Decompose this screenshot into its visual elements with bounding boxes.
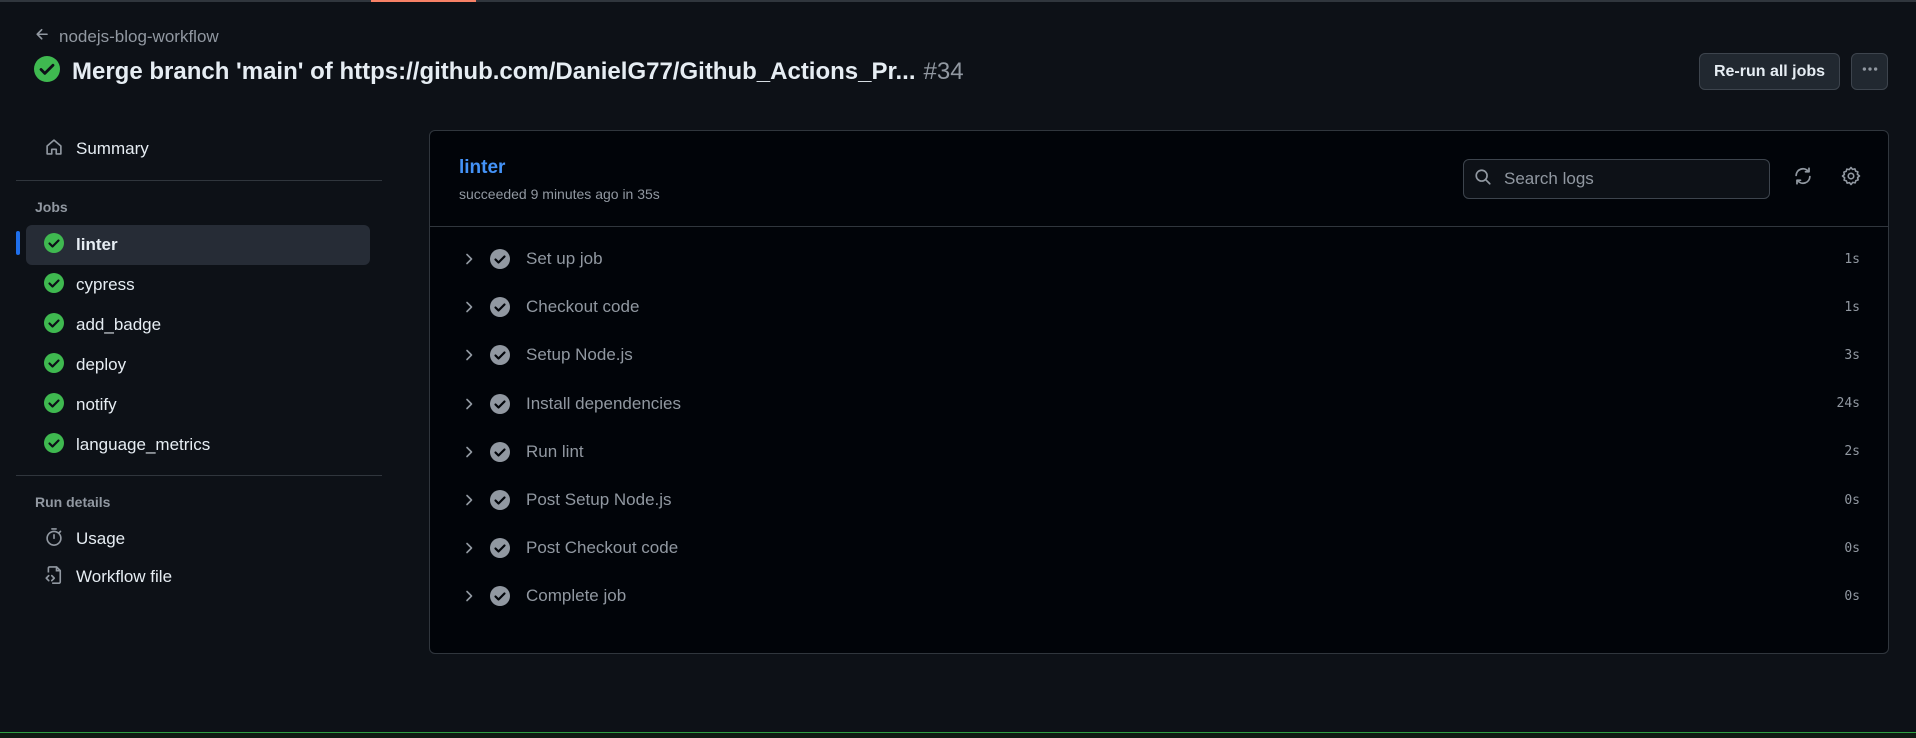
home-icon bbox=[44, 137, 64, 162]
step-row-complete-job[interactable]: Complete job 0s bbox=[430, 572, 1888, 620]
step-row-set-up-job[interactable]: Set up job 1s bbox=[430, 235, 1888, 283]
run-number: #34 bbox=[923, 57, 964, 85]
step-row-checkout-code[interactable]: Checkout code 1s bbox=[430, 283, 1888, 331]
step-name: Checkout code bbox=[526, 297, 640, 317]
chevron-right-icon bbox=[466, 350, 473, 361]
job-name-link[interactable]: linter bbox=[459, 157, 505, 179]
step-name: Setup Node.js bbox=[526, 345, 633, 365]
back-link-label: nodejs-blog-workflow bbox=[59, 27, 219, 46]
back-to-workflow-link[interactable]: nodejs-blog-workflow bbox=[34, 26, 219, 48]
sidebar-item-summary[interactable]: Summary bbox=[26, 130, 370, 168]
chevron-right-icon bbox=[466, 301, 473, 313]
step-name: Complete job bbox=[526, 586, 627, 606]
job-label: deploy bbox=[76, 355, 127, 374]
top-border bbox=[0, 0, 1916, 2]
sidebar-job-cypress[interactable]: cypress bbox=[26, 265, 370, 305]
summary-label: Summary bbox=[76, 139, 149, 158]
file-code-icon bbox=[44, 565, 64, 590]
check-circle-icon bbox=[44, 312, 64, 338]
job-status-text: succeeded 9 minutes ago in 35s bbox=[459, 186, 660, 202]
step-name: Post Setup Node.js bbox=[526, 490, 672, 510]
step-duration: 2s bbox=[1844, 444, 1860, 460]
check-circle-icon bbox=[490, 345, 510, 366]
stopwatch-icon bbox=[44, 527, 64, 552]
sidebar-item-usage[interactable]: Usage bbox=[26, 520, 370, 558]
kebab-horizontal-icon bbox=[1861, 60, 1879, 83]
check-circle-icon bbox=[490, 586, 510, 607]
check-circle-icon bbox=[44, 272, 64, 298]
check-circle-icon bbox=[490, 393, 510, 414]
step-duration: 0s bbox=[1844, 540, 1860, 556]
run-title: Merge branch 'main' of https://github.co… bbox=[72, 57, 916, 85]
step-duration: 1s bbox=[1844, 251, 1860, 267]
step-duration: 0s bbox=[1844, 492, 1860, 508]
usage-label: Usage bbox=[76, 529, 126, 548]
check-circle-icon bbox=[44, 432, 64, 458]
job-label: language_metrics bbox=[76, 435, 211, 454]
chevron-right-icon bbox=[466, 446, 473, 458]
sidebar-divider bbox=[16, 475, 382, 476]
workflow-file-label: Workflow file bbox=[76, 567, 173, 586]
refresh-button[interactable] bbox=[1791, 166, 1815, 190]
check-circle-icon bbox=[44, 352, 64, 378]
sidebar-job-add-badge[interactable]: add_badge bbox=[26, 305, 370, 345]
job-label: add_badge bbox=[76, 315, 162, 334]
chevron-right-icon bbox=[466, 398, 473, 409]
sidebar: Summary Jobs linter cypress add_badge de… bbox=[16, 130, 382, 596]
check-circle-icon bbox=[490, 441, 510, 462]
check-circle-icon bbox=[44, 392, 64, 418]
step-row-install-dependencies[interactable]: Install dependencies 24s bbox=[430, 380, 1888, 428]
step-row-post-checkout-code[interactable]: Post Checkout code 0s bbox=[430, 524, 1888, 572]
check-circle-icon bbox=[490, 249, 510, 270]
step-name: Set up job bbox=[526, 249, 603, 269]
step-duration: 3s bbox=[1844, 347, 1860, 363]
top-tab-indicator bbox=[371, 0, 476, 2]
arrow-left-icon bbox=[34, 26, 51, 48]
chevron-right-icon bbox=[466, 591, 473, 602]
step-name: Run lint bbox=[526, 441, 584, 461]
check-circle-icon bbox=[490, 490, 510, 511]
job-steps-list: Set up job 1s Checkout code 1s Setup Nod… bbox=[430, 235, 1888, 621]
check-circle-icon bbox=[490, 538, 510, 559]
search-icon bbox=[1474, 168, 1492, 191]
jobs-heading: Jobs bbox=[35, 199, 68, 215]
search-logs-input[interactable] bbox=[1502, 168, 1752, 190]
gear-icon bbox=[1841, 166, 1861, 191]
run-details-heading: Run details bbox=[35, 494, 111, 510]
chevron-right-icon bbox=[466, 542, 473, 554]
sidebar-job-deploy[interactable]: deploy bbox=[26, 345, 370, 385]
step-duration: 0s bbox=[1844, 588, 1860, 604]
sidebar-job-linter[interactable]: linter bbox=[16, 225, 370, 265]
sidebar-job-language-metrics[interactable]: language_metrics bbox=[26, 425, 370, 465]
rerun-all-jobs-button[interactable]: Re-run all jobs bbox=[1699, 53, 1840, 90]
step-duration: 1s bbox=[1844, 299, 1860, 315]
step-row-run-lint[interactable]: Run lint 2s bbox=[430, 428, 1888, 476]
job-label: linter bbox=[76, 235, 118, 254]
log-settings-button[interactable] bbox=[1839, 166, 1863, 190]
bottom-status-strip bbox=[0, 732, 1916, 738]
step-name: Install dependencies bbox=[526, 393, 682, 413]
chevron-right-icon bbox=[466, 494, 473, 506]
check-circle-icon bbox=[490, 297, 510, 318]
sync-icon bbox=[1793, 166, 1813, 191]
more-options-button[interactable] bbox=[1851, 53, 1888, 90]
search-logs-box[interactable] bbox=[1463, 159, 1770, 199]
sidebar-item-workflow-file[interactable]: Workflow file bbox=[26, 558, 370, 596]
chevron-right-icon bbox=[466, 253, 473, 265]
check-circle-icon bbox=[34, 56, 60, 87]
step-name: Post Checkout code bbox=[526, 538, 679, 558]
sidebar-divider bbox=[16, 180, 382, 181]
job-log-header: linter succeeded 9 minutes ago in 35s bbox=[430, 131, 1888, 227]
run-title-row: Merge branch 'main' of https://github.co… bbox=[34, 56, 964, 87]
step-row-setup-nodejs[interactable]: Setup Node.js 3s bbox=[430, 331, 1888, 379]
step-duration: 24s bbox=[1836, 396, 1860, 412]
step-row-post-setup-nodejs[interactable]: Post Setup Node.js 0s bbox=[430, 476, 1888, 524]
page-title: Merge branch 'main' of https://github.co… bbox=[72, 58, 964, 86]
job-label: cypress bbox=[76, 275, 135, 294]
sidebar-job-notify[interactable]: notify bbox=[26, 385, 370, 425]
check-circle-icon bbox=[44, 232, 64, 258]
job-log-panel: linter succeeded 9 minutes ago in 35s Se… bbox=[429, 130, 1889, 654]
job-label: notify bbox=[76, 395, 117, 414]
